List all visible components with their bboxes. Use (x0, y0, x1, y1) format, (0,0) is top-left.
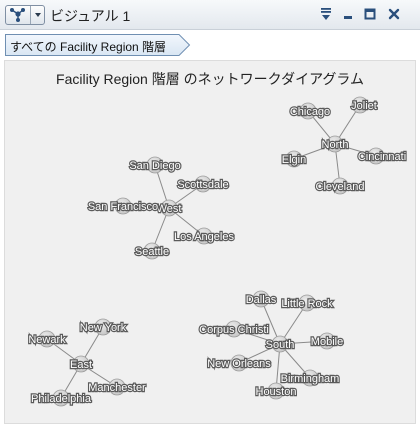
network-graph-icon (6, 6, 31, 24)
node-label-san-diego: San Diego (129, 160, 180, 172)
minimize-icon[interactable] (340, 6, 356, 22)
caret-down-icon (31, 6, 45, 24)
node-label-los-angeles: Los Angeles (174, 231, 234, 243)
node-label-new-orleans: New Orleans (207, 358, 271, 370)
close-icon[interactable] (386, 6, 402, 22)
breadcrumb-label: すべての Facility Region 階層 (10, 40, 167, 54)
node-label-joliet: Joliet (351, 100, 377, 112)
node-label-seattle: Seattle (135, 246, 169, 258)
visual-menu-button[interactable] (5, 5, 45, 25)
title-bar: ビジュアル 1 (0, 0, 420, 30)
node-label-newark: Newark (28, 334, 66, 346)
node-label-manchester: Manchester (88, 382, 146, 394)
node-label-scottsdale: Scottsdale (177, 179, 228, 191)
node-label-cincinnati: Cincinnati (358, 151, 406, 163)
visual-title: ビジュアル 1 (50, 8, 131, 24)
filter-menu-icon[interactable] (318, 6, 334, 22)
node-label-philadelphia: Philadelphia (31, 393, 92, 405)
network-diagram: Facility Region 階層 のネットワークダイアグラム North Ch… (4, 60, 416, 424)
node-label-new-york: New York (80, 322, 127, 334)
node-label-san-francisco: San Francisco (88, 201, 158, 213)
network-graph: North Chicago Joliet Elgin Cincinnati Clevela… (27, 96, 407, 407)
visual-panel: ビジュアル 1 すべての Facility Region 階層 Facility… (0, 0, 420, 427)
node-label-houston: Houston (256, 386, 297, 398)
node-label-mobile: Mobile (311, 336, 343, 348)
node-label-dallas: Dallas (246, 294, 277, 306)
node-label-south: South (266, 339, 295, 351)
node-label-birmingham: Birmingham (281, 373, 340, 385)
node-label-north: North (322, 139, 349, 151)
node-label-chicago: Chicago (290, 106, 330, 118)
node-label-east: East (70, 359, 92, 371)
node-label-elgin: Elgin (282, 154, 306, 166)
maximize-icon[interactable] (362, 6, 378, 22)
node-label-west: West (157, 203, 182, 215)
node-label-cleveland: Cleveland (316, 181, 365, 193)
node-label-little-rock: Little Rock (281, 298, 333, 310)
node-label-corpus-christi: Corpus Christi (199, 324, 269, 336)
